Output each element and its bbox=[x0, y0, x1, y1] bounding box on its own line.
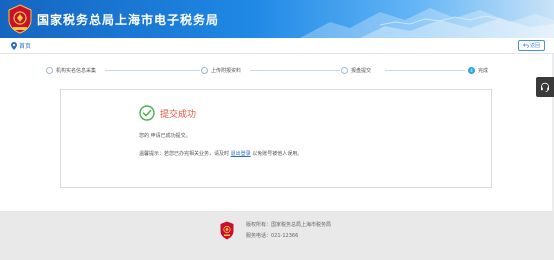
step-2: 上传附报资料 bbox=[201, 66, 241, 74]
footer-phone: 服务电话：021-12366 bbox=[246, 233, 299, 239]
step-number bbox=[201, 66, 208, 74]
step-label: 机构实名信息采集 bbox=[56, 67, 97, 74]
success-message: 您的 申请已成功提交。 bbox=[139, 133, 191, 139]
check-circle-icon bbox=[139, 105, 155, 121]
footer-emblem-icon bbox=[220, 221, 234, 240]
step-number: 4 bbox=[468, 66, 475, 74]
back-button-label: 返回 bbox=[529, 43, 540, 49]
result-box bbox=[60, 89, 492, 188]
tip-prefix: 温馨提示：若您已办完相关业务，请及时 bbox=[139, 151, 230, 157]
breadcrumb-home-link[interactable]: 首页 bbox=[19, 41, 31, 50]
success-title: 提交成功 bbox=[160, 110, 197, 120]
footer-copyright: 版权所有：国家税务总局上海市税务局 bbox=[246, 222, 332, 228]
customer-service-button[interactable] bbox=[536, 77, 554, 97]
step-4: 4 完成 bbox=[468, 66, 488, 74]
headset-icon bbox=[541, 82, 549, 92]
step-label: 上传附报资料 bbox=[211, 67, 242, 74]
back-arrow-icon bbox=[522, 43, 529, 48]
step-label: 报盘提交 bbox=[351, 67, 372, 74]
tip-suffix: 以免账号被他人误用。 bbox=[252, 151, 303, 157]
step-number bbox=[341, 66, 348, 74]
step-connector bbox=[250, 70, 340, 71]
top-banner: 国家税务总局上海市电子税务局 bbox=[0, 0, 554, 38]
step-number bbox=[46, 66, 53, 74]
emblem-icon bbox=[8, 4, 32, 34]
step-connector bbox=[105, 70, 200, 71]
logout-tip: 温馨提示：若您已办完相关业务，请及时 退出登录 以免账号被他人误用。 bbox=[139, 150, 302, 157]
breadcrumb bbox=[0, 38, 554, 54]
location-pin-icon bbox=[11, 42, 17, 50]
site-title: 国家税务总局上海市电子税务局 bbox=[37, 13, 220, 27]
logout-link[interactable]: 退出登录 bbox=[231, 151, 251, 157]
step-3: 报盘提交 bbox=[341, 66, 371, 74]
step-connector bbox=[385, 70, 465, 71]
step-1: 机构实名信息采集 bbox=[46, 66, 96, 74]
step-label: 完成 bbox=[478, 67, 489, 74]
back-button[interactable]: 返回 bbox=[518, 40, 545, 51]
